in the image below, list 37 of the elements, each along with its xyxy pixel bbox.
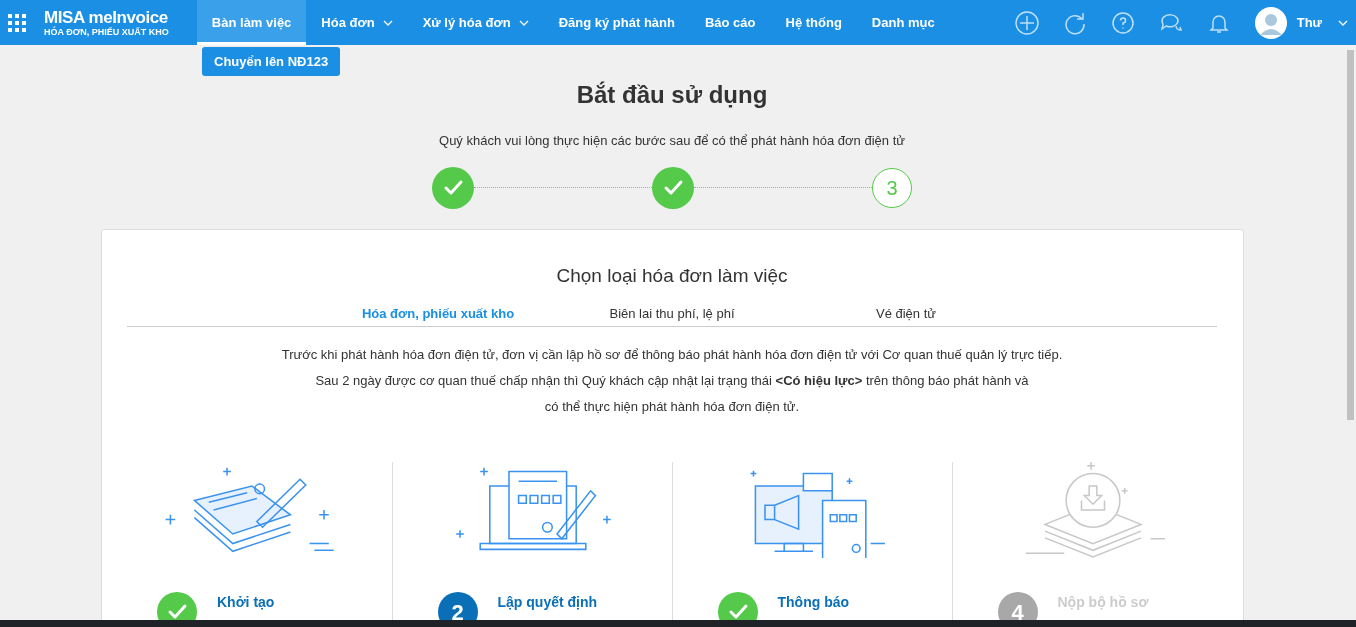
user-name[interactable]: Thư bbox=[1296, 12, 1322, 33]
page-title: Bắt đầu sử dụng bbox=[576, 80, 768, 110]
step-number: 2 bbox=[437, 592, 478, 620]
instruction-text: Sau 2 ngày được cơ quan thuế chấp nhận thì Quý khách cập nhật lại trạng thái <Có hiệu lực> trên thông báo phát hành và bbox=[315, 372, 1029, 390]
step-label[interactable]: Khởi tạo bbox=[217, 592, 275, 613]
nav-tab[interactable]: Hệ thống bbox=[770, 0, 857, 45]
nav-tab[interactable]: Hóa đơn bbox=[306, 0, 408, 45]
nav-tab[interactable]: Bàn làm việc bbox=[196, 0, 307, 45]
nav-tab[interactable]: Danh mục bbox=[856, 0, 950, 45]
instruction-text: Trước khi phát hành hóa đơn điện tử, đơn vị cần lập hồ sơ để thông báo phát hành hóa đơn điện tử với Cơ quan thuế quản lý trực tiếp. bbox=[281, 346, 1063, 364]
chevron-down-icon bbox=[382, 19, 393, 26]
completed-step-icon bbox=[652, 166, 694, 209]
help-icon[interactable] bbox=[1110, 10, 1135, 35]
step-number: 4 bbox=[997, 592, 1038, 620]
brand-logo-text: MISA meInvoice bbox=[44, 8, 169, 26]
completed-step-icon bbox=[432, 166, 474, 209]
page-subtitle: Quý khách vui lòng thực hiện các bước sau để có thể phát hành hóa đơn điện tử bbox=[439, 132, 905, 150]
nav-tab[interactable]: Báo cáo bbox=[689, 0, 771, 45]
step-label[interactable]: Lập quyết định bbox=[497, 592, 598, 613]
user-avatar[interactable] bbox=[1254, 6, 1287, 39]
refresh-icon[interactable] bbox=[1062, 10, 1087, 35]
instruction-text: có thể thực hiện phát hành hóa đơn điện tử. bbox=[544, 398, 800, 416]
chevron-down-icon[interactable] bbox=[1338, 19, 1348, 26]
invoice-type-tab[interactable]: Biên lai thu phí, lệ phí bbox=[555, 304, 789, 326]
nav-tab[interactable]: Đăng ký phát hành bbox=[543, 0, 690, 45]
brand-subtitle: HÓA ĐƠN, PHIẾU XUẤT KHO bbox=[44, 27, 169, 37]
add-icon[interactable] bbox=[1014, 10, 1039, 35]
scrollbar-thumb[interactable] bbox=[1347, 50, 1354, 420]
step-label[interactable]: Thông báo bbox=[777, 592, 850, 613]
nav-tab[interactable]: Xử lý hóa đơn bbox=[407, 0, 544, 45]
chevron-down-icon bbox=[518, 19, 529, 26]
card-title: Chọn loại hóa đơn làm việc bbox=[556, 263, 788, 288]
invoice-type-tab[interactable]: Hóa đơn, phiếu xuất kho bbox=[321, 304, 555, 326]
upgrade-button[interactable]: Chuyển lên NĐ123 bbox=[202, 47, 341, 76]
invoice-type-tab[interactable]: Vé điện tử bbox=[789, 304, 1023, 326]
apps-menu-icon[interactable] bbox=[8, 13, 26, 32]
current-step-number: 3 bbox=[872, 167, 912, 208]
